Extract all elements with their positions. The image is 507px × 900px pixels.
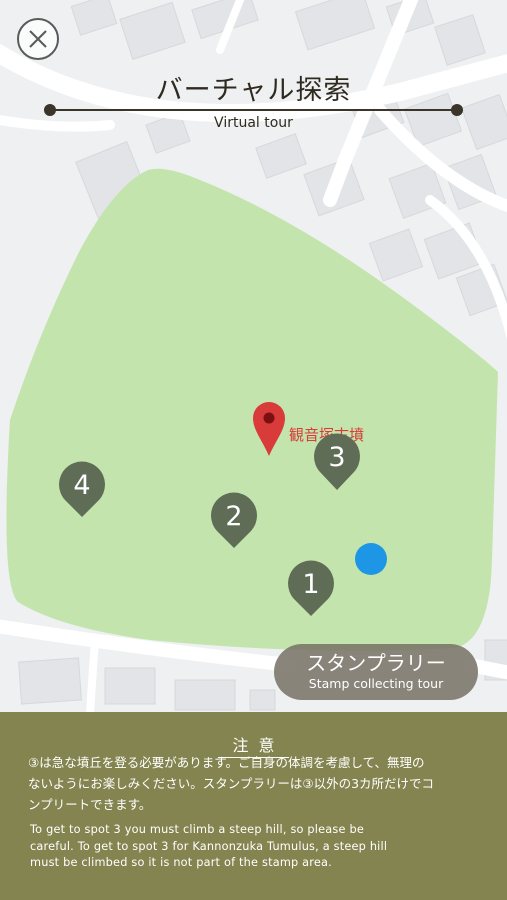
spot-number-2: 2 xyxy=(225,501,242,532)
spot-number-1: 1 xyxy=(302,569,319,600)
spot-number-3: 3 xyxy=(328,442,345,473)
header: バーチャル探索 Virtual tour xyxy=(0,68,507,138)
close-button[interactable] xyxy=(17,18,59,60)
notice-en-line-2: careful. To get to spot 3 for Kannonzuka… xyxy=(30,839,388,853)
screen: 観音塚古墳 3 4 2 1 バーチャル探索 Virtual tour スタンプラ… xyxy=(0,0,507,900)
stamp-rally-button[interactable]: スタンプラリー Stamp collecting tour xyxy=(274,644,478,700)
stamp-rally-label: スタンプラリー xyxy=(306,651,446,675)
notice-en-line-3: must be climbed so it is not part of the… xyxy=(30,856,332,869)
notice-text-jp: ③は急な墳丘を登る必要があります。ご自身の体調を考慮して、無理の ないようにお楽… xyxy=(28,752,481,815)
close-icon xyxy=(29,30,47,48)
page-subtitle: Virtual tour xyxy=(214,115,293,131)
stamp-rally-sublabel: Stamp collecting tour xyxy=(308,676,444,691)
notice-jp-line-1: ③は急な墳丘を登る必要があります。ご自身の体調を考慮して、無理の xyxy=(28,755,425,770)
page-title: バーチャル探索 xyxy=(155,75,352,106)
notice-jp-line-3: ンプリートできます。 xyxy=(28,797,152,812)
notice-text-en: To get to spot 3 you must climb a steep … xyxy=(30,822,481,872)
notice-en-line-1: To get to spot 3 you must climb a steep … xyxy=(30,823,364,836)
spot-number-4: 4 xyxy=(73,470,90,501)
notice-jp-line-2: ないようにお楽しみください。スタンプラリーは③以外の3カ所だけでコ xyxy=(28,776,435,791)
title-divider xyxy=(50,109,457,111)
notice-panel: 注意 ③は急な墳丘を登る必要があります。ご自身の体調を考慮して、無理の ないよう… xyxy=(0,712,507,900)
current-location-dot xyxy=(355,543,387,575)
